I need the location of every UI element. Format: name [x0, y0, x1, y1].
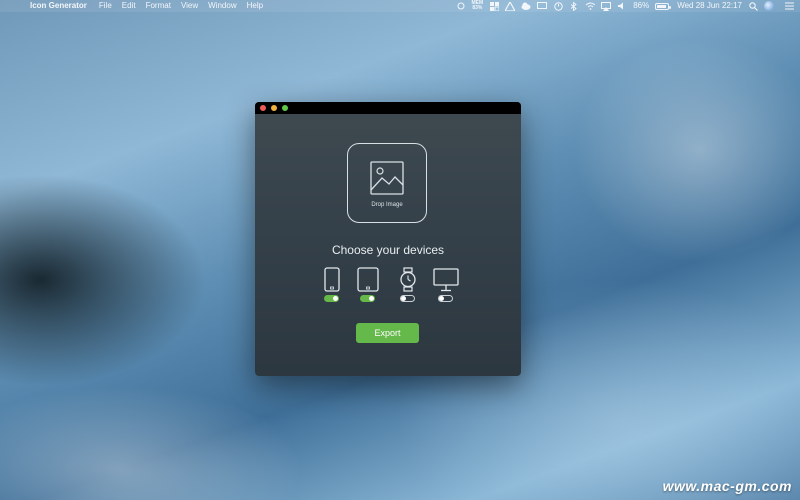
icon-generator-window: Drop Image Choose your devices Export	[255, 102, 521, 376]
cloud-icon[interactable]	[521, 1, 531, 11]
watch-toggle[interactable]	[400, 295, 415, 302]
menu-edit[interactable]: Edit	[122, 0, 136, 12]
watch-icon	[400, 267, 416, 292]
watermark-text: www.mac-gm.com	[662, 478, 792, 494]
circle-status-icon[interactable]	[456, 1, 466, 11]
title-bar	[255, 102, 521, 114]
monitor-icon	[433, 268, 459, 292]
battery-icon[interactable]	[655, 2, 672, 10]
menu-format[interactable]: Format	[146, 0, 171, 12]
wifi-icon[interactable]	[585, 1, 596, 11]
iphone-toggle[interactable]	[324, 295, 339, 302]
time-machine-icon[interactable]	[553, 1, 563, 11]
spotlight-search-icon[interactable]	[748, 1, 758, 11]
tablet-icon	[357, 267, 379, 292]
device-iphone	[318, 266, 346, 306]
drive-icon[interactable]	[505, 1, 516, 11]
battery-percent[interactable]: 86%	[633, 0, 649, 12]
image-placeholder-icon	[370, 161, 404, 195]
display-icon[interactable]	[537, 1, 548, 11]
phone-icon	[324, 267, 340, 292]
close-button[interactable]	[260, 105, 266, 111]
volume-icon[interactable]	[617, 1, 627, 11]
bluetooth-icon[interactable]	[569, 1, 579, 11]
drop-image-zone[interactable]: Drop Image	[347, 143, 427, 223]
user-avatar-icon[interactable]	[764, 1, 774, 11]
choose-devices-heading: Choose your devices	[331, 243, 445, 257]
memory-value: 83%	[472, 5, 483, 11]
device-mac	[432, 266, 460, 306]
notification-center-icon[interactable]	[784, 1, 794, 11]
menu-window[interactable]: Window	[208, 0, 236, 12]
airplay-icon[interactable]	[601, 1, 612, 11]
memory-indicator[interactable]: MEM 83%	[472, 1, 484, 11]
device-ipad	[354, 266, 382, 306]
mac-toggle[interactable]	[438, 295, 453, 302]
device-selector	[318, 266, 468, 306]
grid-status-icon[interactable]	[489, 1, 499, 11]
menu-help[interactable]: Help	[247, 0, 263, 12]
zoom-button[interactable]	[282, 105, 288, 111]
status-area: MEM 83% 86% Wed 28 Jun 22:17	[456, 0, 800, 12]
export-button[interactable]: Export	[356, 323, 419, 343]
app-menu-title[interactable]: Icon Generator	[30, 0, 87, 12]
menu-view[interactable]: View	[181, 0, 198, 12]
clock[interactable]: Wed 28 Jun 22:17	[677, 0, 742, 12]
ipad-toggle[interactable]	[360, 295, 375, 302]
drop-image-label: Drop Image	[371, 202, 403, 208]
menu-file[interactable]: File	[99, 0, 112, 12]
device-watch	[394, 266, 422, 306]
battery-level	[657, 4, 666, 8]
menu-bar: Icon Generator File Edit Format View Win…	[0, 0, 800, 12]
minimize-button[interactable]	[271, 105, 277, 111]
